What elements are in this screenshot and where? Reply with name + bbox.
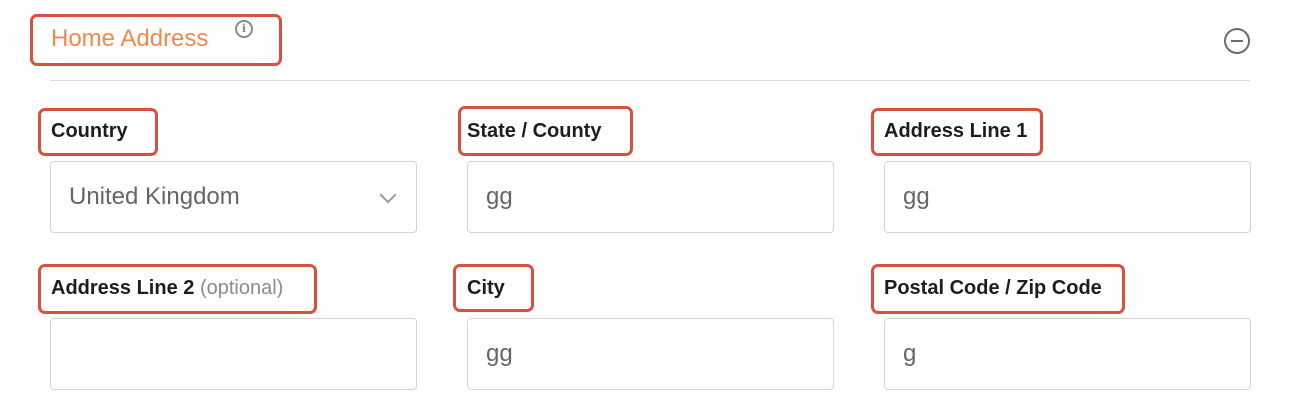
city-input-value: gg: [486, 340, 513, 367]
state-label: State / County: [467, 120, 602, 142]
section-divider: [50, 80, 1250, 81]
chevron-down-icon: [379, 186, 397, 204]
city-input[interactable]: gg: [467, 318, 834, 390]
address1-input-value: gg: [903, 183, 930, 210]
section-title: Home Address: [51, 25, 209, 52]
postal-input-value: g: [903, 340, 917, 367]
collapse-section-button[interactable]: [1224, 28, 1250, 54]
address2-label-text: Address Line 2: [51, 277, 195, 299]
country-select-value: United Kingdom: [69, 183, 240, 210]
city-label: City: [467, 277, 505, 299]
optional-tag: (optional): [199, 277, 284, 299]
info-icon[interactable]: i: [235, 20, 253, 38]
postal-label: Postal Code / Zip Code: [884, 277, 1102, 299]
address1-input[interactable]: gg: [884, 161, 1251, 233]
country-select[interactable]: United Kingdom: [50, 161, 417, 233]
state-input-value: gg: [486, 183, 513, 210]
postal-input[interactable]: g: [884, 318, 1251, 390]
address1-label: Address Line 1: [884, 120, 1028, 142]
address2-input[interactable]: [50, 318, 417, 390]
country-label: Country: [51, 120, 128, 142]
address2-label: Address Line 2 (optional): [51, 277, 283, 300]
state-input[interactable]: gg: [467, 161, 834, 233]
